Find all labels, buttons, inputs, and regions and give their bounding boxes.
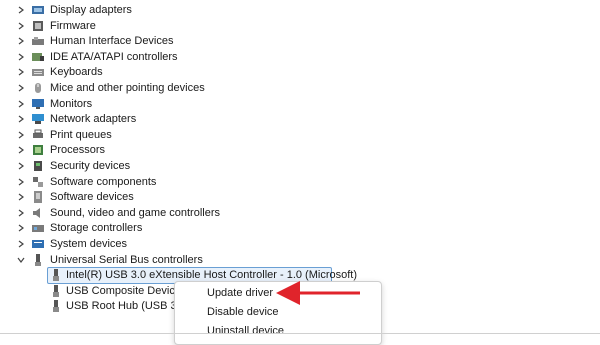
security-device-icon [31, 159, 45, 173]
keyboard-icon [31, 65, 45, 79]
tree-category-row[interactable]: Software components [0, 174, 600, 190]
speaker-icon [31, 206, 45, 220]
firmware-icon [31, 19, 45, 33]
software-device-icon [31, 190, 45, 204]
network-adapter-icon [31, 112, 45, 126]
tree-category-row[interactable]: Print queues [0, 127, 600, 143]
system-device-icon [31, 237, 45, 251]
chevron-right-icon[interactable] [15, 49, 27, 65]
menu-item-uninstall-device[interactable]: Uninstall device [207, 325, 284, 337]
chevron-right-icon[interactable] [15, 174, 27, 190]
tree-category-label: Processors [50, 144, 106, 157]
chevron-right-icon[interactable] [15, 220, 27, 236]
tree-category-label: Sound, video and game controllers [50, 206, 220, 219]
tree-category-label: System devices [50, 238, 128, 250]
tree-category-label: Software components [50, 175, 157, 188]
tree-category-row[interactable]: Firmware [0, 18, 600, 34]
tree-category-label: Print queues [50, 128, 112, 141]
tree-category-label: Keyboards [50, 66, 103, 79]
tree-category-label: IDE ATA/ATAPI controllers [50, 50, 178, 63]
chevron-right-icon[interactable] [15, 205, 27, 221]
chevron-right-icon[interactable] [15, 189, 27, 205]
chevron-right-icon[interactable] [15, 18, 27, 34]
tree-category-row[interactable]: System devices [0, 236, 600, 252]
usb-plug-icon [49, 284, 63, 298]
tree-category-label: Security devices [50, 160, 131, 172]
tree-category-label: Monitors [50, 97, 93, 110]
usb-plug-icon [49, 268, 63, 282]
chevron-right-icon[interactable] [15, 158, 27, 174]
tree-category-label: Universal Serial Bus controllers [50, 253, 203, 266]
chevron-right-icon[interactable] [15, 236, 27, 252]
tree-category-label: Storage controllers [50, 222, 143, 235]
tree-category-row[interactable]: Sound, video and game controllers [0, 205, 600, 221]
ide-controller-icon [31, 50, 45, 64]
divider [0, 333, 600, 334]
processor-icon [31, 143, 45, 157]
tree-category-label: Display adapters [50, 4, 132, 16]
tree-category-row[interactable]: Monitors [0, 96, 600, 112]
usb-device-label: USB Composite Device [66, 284, 181, 297]
tree-category-row[interactable]: Software devices [0, 189, 600, 205]
menu-item-disable-device[interactable]: Disable device [207, 306, 279, 318]
tree-category-label: Firmware [50, 19, 96, 32]
display-adapter-icon [31, 3, 45, 17]
tree-category-row[interactable]: Security devices [0, 158, 600, 174]
mouse-icon [31, 81, 45, 95]
usb-plug-icon [49, 299, 63, 313]
chevron-right-icon[interactable] [15, 80, 27, 96]
chevron-right-icon[interactable] [15, 33, 27, 49]
tree-category-label: Network adapters [50, 113, 137, 126]
tree-category-row[interactable]: Display adapters [0, 2, 600, 18]
tree-category-row[interactable]: IDE ATA/ATAPI controllers [0, 49, 600, 65]
printer-icon [31, 128, 45, 142]
tree-category-label: Mice and other pointing devices [50, 82, 205, 94]
tree-category-label: Human Interface Devices [50, 35, 174, 48]
chevron-right-icon[interactable] [15, 142, 27, 158]
chevron-right-icon[interactable] [15, 96, 27, 112]
tree-category-row[interactable]: Network adapters [0, 111, 600, 127]
chevron-right-icon[interactable] [15, 111, 27, 127]
tree-category-row[interactable]: Human Interface Devices [0, 33, 600, 49]
usb-icon [31, 253, 45, 267]
usb-device-label: USB Root Hub (USB 3.0) [66, 300, 190, 313]
chevron-down-icon[interactable] [15, 252, 27, 268]
chevron-right-icon[interactable] [15, 127, 27, 143]
software-component-icon [31, 175, 45, 189]
tree-category-row[interactable]: Universal Serial Bus controllers [0, 252, 600, 268]
chevron-right-icon[interactable] [15, 64, 27, 80]
tree-category-row[interactable]: Keyboards [0, 64, 600, 80]
storage-controller-icon [31, 221, 45, 235]
chevron-right-icon[interactable] [15, 2, 27, 18]
tree-category-row[interactable]: Storage controllers [0, 220, 600, 236]
tree-category-label: Software devices [50, 191, 134, 204]
tree-category-row[interactable]: Processors [0, 142, 600, 158]
context-menu: Update driver Disable device Uninstall d… [174, 281, 382, 345]
menu-item-update-driver[interactable]: Update driver [207, 287, 273, 299]
hid-icon [31, 34, 45, 48]
monitor-icon [31, 97, 45, 111]
tree-category-row[interactable]: Mice and other pointing devices [0, 80, 600, 96]
